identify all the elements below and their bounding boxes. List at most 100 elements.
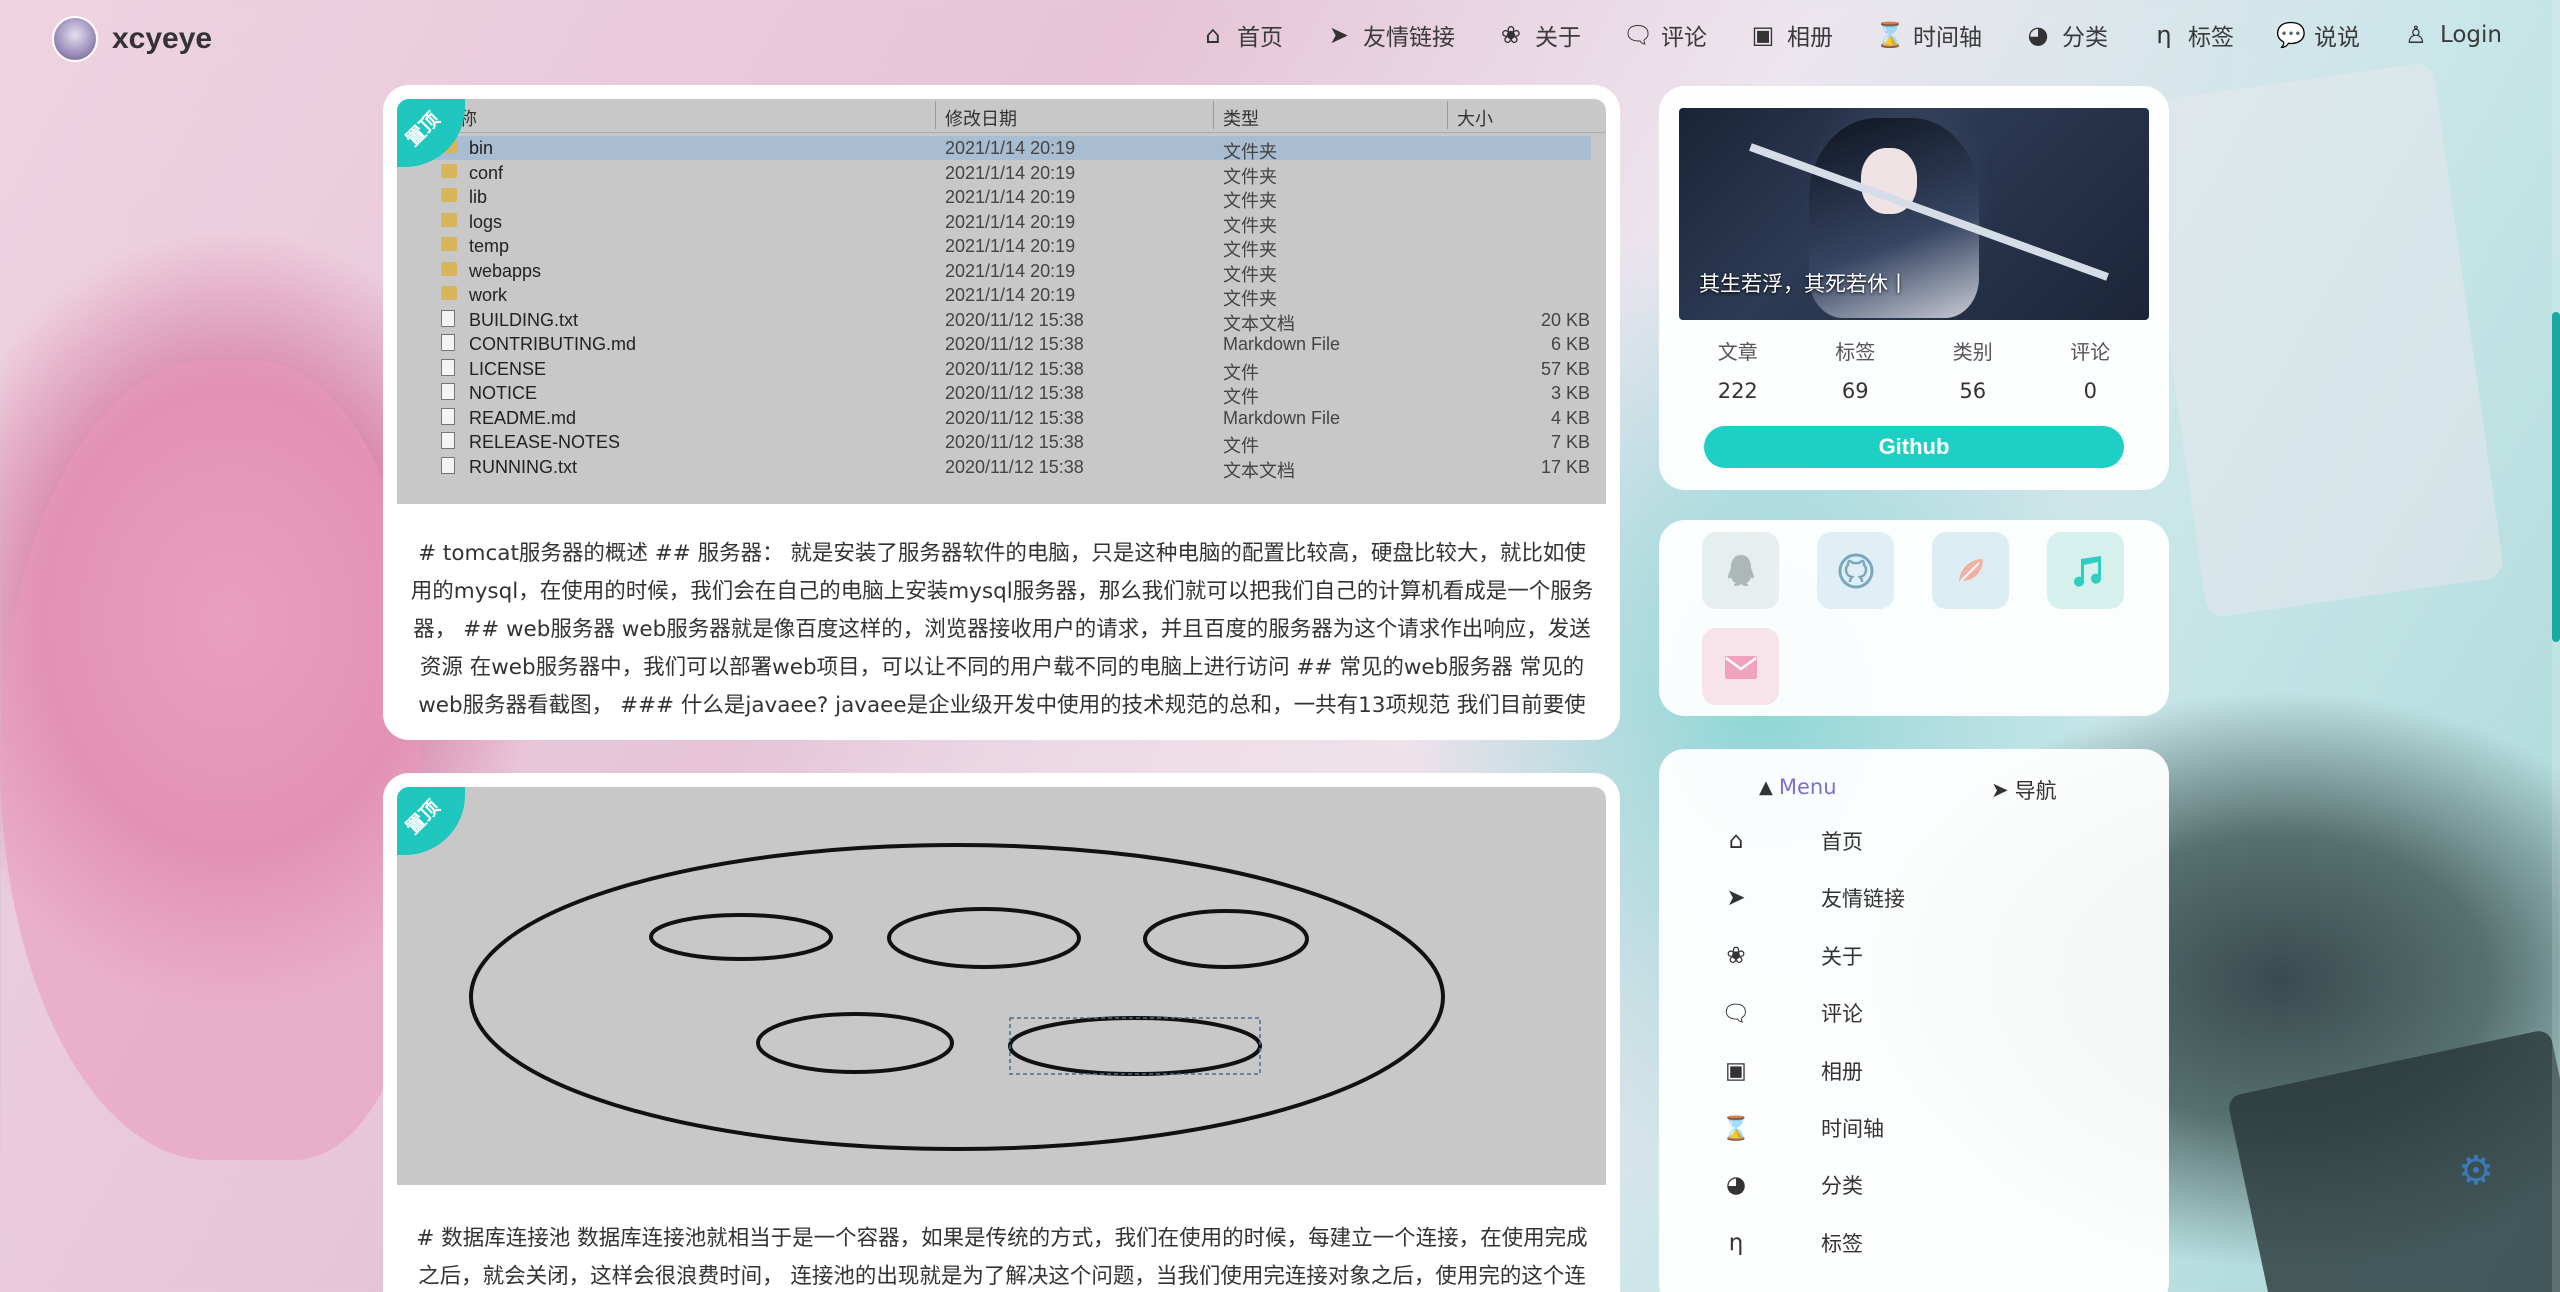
mail-link-button[interactable] [1702, 628, 1779, 705]
explorer-row: bin 2021/1/14 20:19 文件夹 [433, 136, 1591, 162]
nav-label: 评论 [1660, 25, 1707, 51]
file-name: conf [469, 162, 504, 183]
column-size-header: 大小 [1457, 109, 1493, 129]
menu-item-4[interactable]: ▣ 相册 [1721, 1051, 2141, 1091]
settings-gear-icon[interactable]: ⚙ [2458, 1148, 2502, 1194]
file-icon [441, 407, 455, 425]
folder-icon [441, 261, 457, 276]
scrollbar-thumb[interactable] [2552, 312, 2560, 642]
file-date: 2021/1/14 20:19 [945, 260, 1076, 281]
profile-banner-image: 其生若浮，其死若休丨 [1679, 108, 2149, 320]
nav-label: 关于 [1534, 25, 1581, 51]
page-scrollbar[interactable] [2552, 0, 2560, 1292]
explorer-row: logs 2021/1/14 20:19 文件夹 [397, 210, 1606, 236]
folder-icon [441, 286, 457, 300]
stat-item[interactable]: 类别 56 [1914, 336, 2032, 403]
file-explorer-screenshot: 称 修改日期 类型 大小 bin 2021/1/14 20:19 文件夹 conf 20… [397, 99, 1606, 504]
tab-nav[interactable]: ➤ 导航 [1991, 775, 2057, 805]
nav-item-2[interactable]: ❀ 关于 [1497, 18, 1581, 52]
nav-item-0[interactable]: ⌂ 首页 [1199, 18, 1283, 52]
post-excerpt[interactable]: # 数据库连接池 数据库连接池就相当于是一个容器，如果是传统的方式，我们在使用的… [409, 1220, 1595, 1292]
stat-item[interactable]: 文章 222 [1679, 336, 1797, 403]
menu-item-7[interactable]: η 标签 [1721, 1223, 2141, 1263]
site-name: xcyeye [112, 22, 213, 55]
inner-ellipse [756, 1012, 954, 1074]
gitee-link-button[interactable] [1932, 532, 2009, 609]
qq-link-button[interactable] [1702, 532, 1779, 609]
tab-menu[interactable]: ▲ Menu [1759, 775, 1837, 799]
folder-icon [441, 237, 457, 251]
leaf-icon: ❀ [1726, 942, 1746, 969]
github-button[interactable]: Github [1704, 426, 2124, 468]
post-excerpt[interactable]: # tomcat服务器的概述 ## 服务器： 就是安装了服务器软件的电脑，只是这… [409, 535, 1595, 725]
nav-item-6[interactable]: ◕ 分类 [2024, 18, 2107, 52]
stat-item[interactable]: 标签 69 [1797, 336, 1915, 403]
profile-stats: 文章 222 标签 69 类别 56 评论 0 [1679, 336, 2149, 403]
file-size: 17 KB [1540, 456, 1590, 477]
inner-ellipse [887, 907, 1081, 969]
nav-label: 时间轴 [1912, 25, 1982, 51]
stat-value: 222 [1717, 379, 1758, 403]
paper-plane-icon: ➤ [1991, 778, 2009, 802]
nav-item-4[interactable]: ▣ 相册 [1749, 18, 1833, 52]
file-type: 文本文档 [1223, 460, 1295, 481]
file-date: 2020/11/12 15:38 [945, 358, 1084, 379]
file-date: 2021/1/14 20:19 [945, 211, 1076, 232]
leaf-icon: ❀ [1500, 21, 1521, 49]
file-icon [441, 383, 455, 400]
gitee-icon [1951, 551, 1991, 591]
explorer-row: lib 2021/1/14 20:19 文件夹 [397, 185, 1606, 211]
home-icon: ⌂ [1205, 21, 1221, 49]
post-card[interactable]: 置顶 # 数据库连接池 数据库连接池就相当于是一个容器，如果是传统的方式，我们在… [383, 773, 1620, 1292]
profile-quote: 其生若浮，其死若休丨 [1699, 272, 1909, 296]
hourglass-icon: ⌛ [1874, 21, 1905, 49]
qq-icon [1721, 551, 1761, 591]
file-name: logs [469, 211, 503, 232]
nav-label: 说说 [2313, 25, 2360, 51]
file-size: 7 KB [1550, 432, 1590, 452]
explorer-row: CONTRIBUTING.md 2020/11/12 15:38 Markdown … [397, 332, 1606, 356]
stat-value: 0 [2083, 379, 2097, 403]
nav-item-8[interactable]: 💬 说说 [2276, 18, 2360, 52]
nav-label: 标签 [2187, 25, 2234, 51]
nav-item-3[interactable]: 🗨 评论 [1623, 18, 1707, 52]
chat-icon: 💬 [2275, 21, 2306, 49]
column-date-header: 修改日期 [945, 109, 1017, 129]
menu-item-1[interactable]: ➤ 友情链接 [1721, 878, 2141, 918]
file-date: 2021/1/14 20:19 [945, 187, 1076, 207]
music-icon [2066, 551, 2106, 591]
file-name: lib [469, 187, 488, 207]
stat-label: 类别 [1952, 340, 1993, 364]
file-name: NOTICE [469, 383, 538, 403]
menu-item-3[interactable]: 🗨 评论 [1721, 993, 2141, 1033]
menu-item-6[interactable]: ◕ 分类 [1721, 1165, 2141, 1205]
file-date: 2020/11/12 15:38 [945, 456, 1084, 477]
stat-value: 56 [1959, 379, 1987, 403]
background-art [2135, 61, 2505, 619]
file-type: Markdown File [1223, 334, 1341, 354]
post-cover-image[interactable]: 称 修改日期 类型 大小 bin 2021/1/14 20:19 文件夹 conf 20… [397, 99, 1606, 504]
post-card[interactable]: 置顶 称 修改日期 类型 大小 bin 2021/1/14 20:19 文件夹 con… [383, 85, 1620, 740]
explorer-header: 称 修改日期 类型 大小 [397, 99, 1606, 133]
file-name: work [469, 285, 508, 305]
outer-ellipse [469, 843, 1445, 1151]
site-brand[interactable]: xcyeye [52, 16, 212, 62]
stat-item[interactable]: 评论 0 [2032, 336, 2150, 403]
nav-item-1[interactable]: ➤ 友情链接 [1325, 18, 1455, 52]
menu-item-2[interactable]: ❀ 关于 [1721, 936, 2141, 976]
nav-item-9[interactable]: ♙ Login [2402, 18, 2502, 52]
nav-item-5[interactable]: ⌛ 时间轴 [1875, 18, 1982, 52]
background-art [0, 360, 420, 1160]
post-cover-image[interactable] [397, 787, 1606, 1185]
image-icon: ▣ [1725, 1057, 1747, 1084]
menu-item-5[interactable]: ⌛ 时间轴 [1721, 1108, 2141, 1148]
menu-item-0[interactable]: ⌂ 首页 [1721, 821, 2141, 861]
file-name: README.md [469, 407, 577, 428]
home-icon: ⌂ [1728, 828, 1744, 854]
music-link-button[interactable] [2047, 532, 2124, 609]
nav-item-7[interactable]: η 标签 [2150, 18, 2234, 52]
file-icon [441, 334, 455, 351]
github-link-button[interactable] [1817, 532, 1894, 609]
file-size: 3 KB [1550, 383, 1590, 403]
github-icon [1836, 551, 1876, 591]
